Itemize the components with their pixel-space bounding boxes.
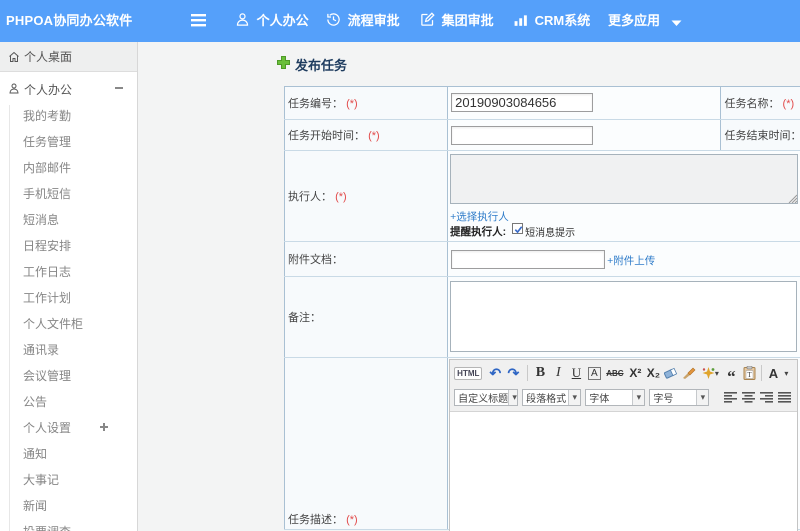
- svg-text:T: T: [747, 371, 752, 379]
